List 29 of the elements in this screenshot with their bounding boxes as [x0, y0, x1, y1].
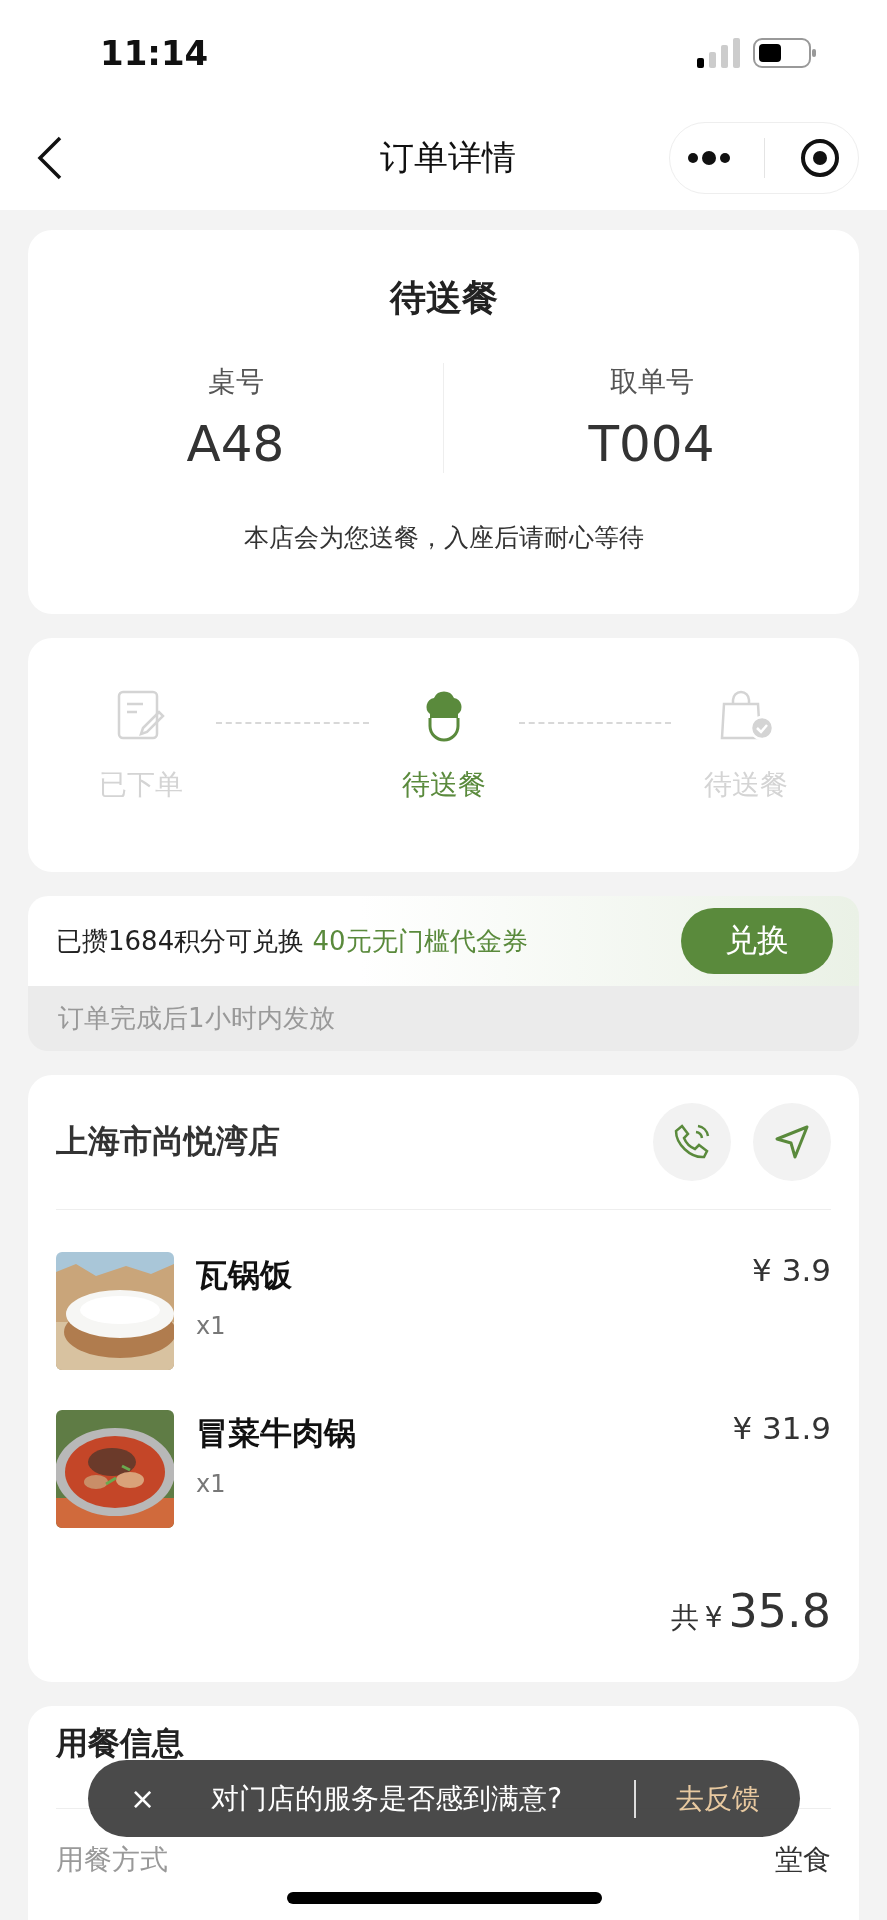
page-title: 订单详情	[379, 135, 516, 179]
status-time: 11:14	[100, 32, 209, 73]
field-value: A48	[186, 415, 285, 473]
field-label: 桌号	[207, 364, 264, 400]
info-label: 用餐方式	[56, 1842, 168, 1878]
item-quantity: x1	[196, 1312, 227, 1340]
field-value: T004	[588, 415, 715, 473]
info-value: 堂食	[775, 1842, 831, 1878]
field-label: 取单号	[609, 364, 694, 400]
total-amount: 35.8	[728, 1584, 831, 1638]
close-target-icon[interactable]	[799, 136, 842, 179]
points-note: 订单完成后1小时内发放	[28, 986, 859, 1051]
total-label: 共	[670, 1600, 699, 1636]
step-label: 待送餐	[401, 767, 486, 803]
currency-sign: ¥	[704, 1601, 723, 1634]
item-quantity: x1	[196, 1470, 227, 1498]
points-text: 已攒1684积分可兑换 40元无门槛代金券	[56, 924, 528, 958]
status-note: 本店会为您送餐，入座后请耐心等待	[242, 522, 645, 554]
signal-icon	[697, 37, 741, 68]
more-icon[interactable]	[686, 150, 731, 165]
navigation-arrow-icon	[773, 1123, 811, 1161]
item-name: 瓦锅饭	[196, 1255, 293, 1296]
item-name: 冒菜牛肉锅	[196, 1413, 357, 1454]
item-price: ¥ 3.9	[752, 1252, 831, 1290]
store-name: 上海市尚悦湾店	[56, 1121, 280, 1162]
status-heading: 待送餐	[388, 276, 499, 320]
redeem-button[interactable]: 兑换	[681, 908, 833, 974]
battery-icon	[753, 37, 817, 68]
item-price: ¥ 31.9	[732, 1410, 831, 1448]
